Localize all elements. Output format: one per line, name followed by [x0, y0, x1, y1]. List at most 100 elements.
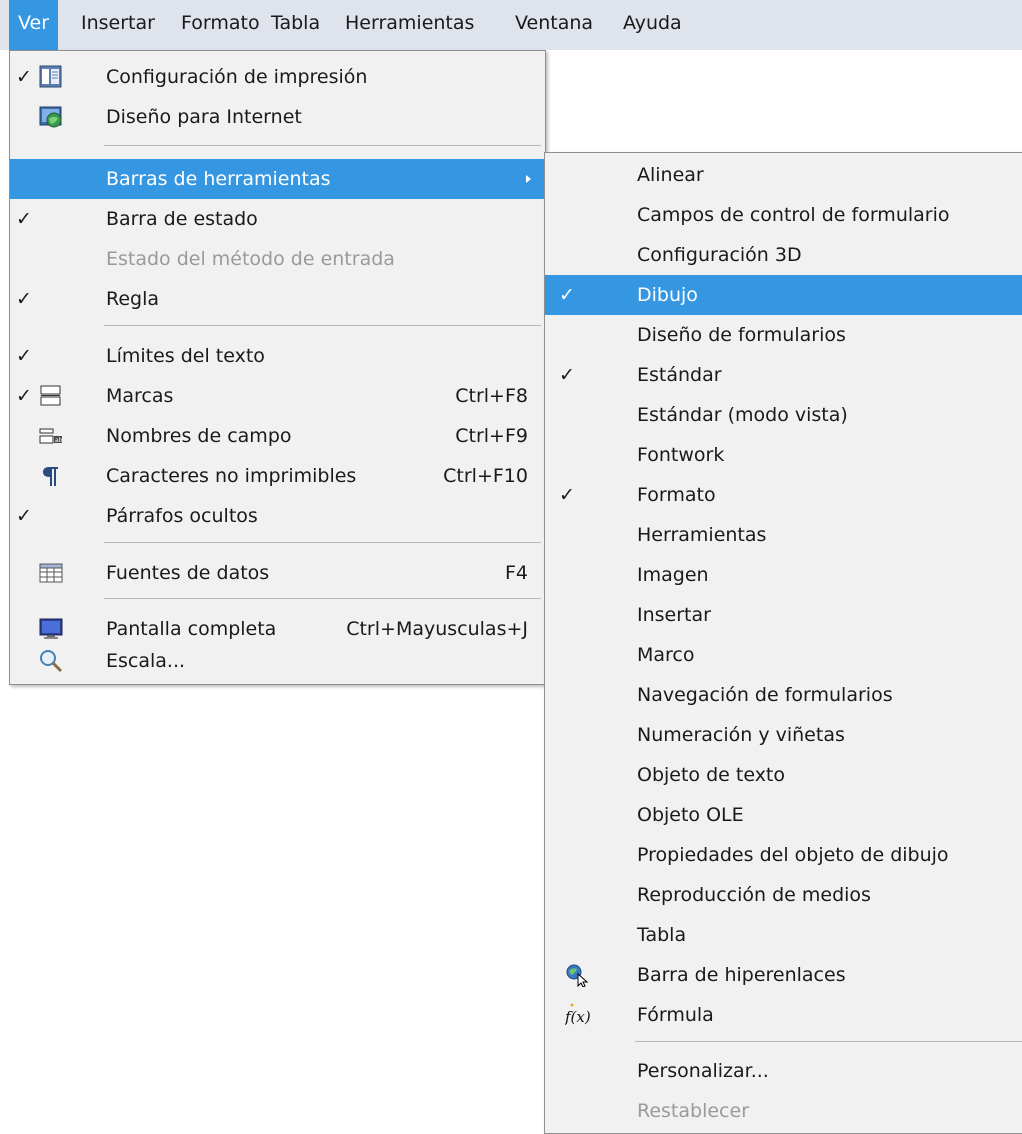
- menu-item-shortcut: Ctrl+F10: [443, 465, 528, 487]
- menu-item-ruler[interactable]: ✓ Regla: [10, 279, 545, 319]
- submenu-item-label: Imagen: [637, 564, 709, 586]
- menu-item-input-method-status[interactable]: Estado del método de entrada: [10, 239, 545, 279]
- check-icon: ✓: [16, 385, 32, 407]
- menu-separator: [104, 145, 541, 146]
- submenu-item-media-playback[interactable]: Reproducción de medios: [545, 875, 1022, 915]
- submenu-item-frame[interactable]: Marco: [545, 635, 1022, 675]
- menu-ventana-label: Ventana: [515, 12, 594, 34]
- submenu-item-label: Estándar: [637, 364, 722, 386]
- submenu-item-label: Insertar: [637, 604, 711, 626]
- menu-item-toolbars[interactable]: Barras de herramientas: [10, 159, 545, 199]
- check-icon: ✓: [16, 208, 32, 230]
- menu-item-web-layout[interactable]: Diseño para Internet: [10, 97, 545, 137]
- submenu-item-label: Personalizar...: [637, 1060, 769, 1082]
- menu-insertar[interactable]: Insertar: [72, 0, 164, 50]
- menu-item-label: Caracteres no imprimibles: [106, 465, 357, 487]
- submenu-item-label: Numeración y viñetas: [637, 724, 845, 746]
- menu-bar: Ver Insertar Formato Tabla Herramientas …: [0, 0, 1022, 50]
- check-icon: ✓: [16, 505, 32, 527]
- menu-separator: [104, 598, 541, 599]
- print-layout-icon: [39, 65, 63, 89]
- menu-ver-label: Ver: [18, 12, 50, 34]
- svg-text:f(x): f(x): [565, 1008, 591, 1026]
- submenu-item-ole-object[interactable]: Objeto OLE: [545, 795, 1022, 835]
- view-menu: ✓ Configuración de impresión Diseño para…: [9, 50, 546, 685]
- formula-icon: f(x): [564, 1003, 591, 1027]
- menu-item-hidden-paragraphs[interactable]: ✓ Párrafos ocultos: [10, 496, 545, 536]
- submenu-item-table[interactable]: Tabla: [545, 915, 1022, 955]
- submenu-item-label: Tabla: [637, 924, 687, 946]
- submenu-item-align[interactable]: Alinear: [545, 155, 1022, 195]
- menu-item-print-layout[interactable]: ✓ Configuración de impresión: [10, 57, 545, 97]
- menu-ventana[interactable]: Ventana: [506, 0, 602, 50]
- magnifier-icon: [39, 649, 63, 673]
- check-icon: ✓: [16, 66, 32, 88]
- menu-item-label: Configuración de impresión: [106, 66, 368, 88]
- menu-item-label: Estado del método de entrada: [106, 248, 395, 270]
- data-sources-icon: [39, 561, 63, 585]
- submenu-item-fontwork[interactable]: Fontwork: [545, 435, 1022, 475]
- submenu-item-3d-settings[interactable]: Configuración 3D: [545, 235, 1022, 275]
- check-icon: ✓: [559, 364, 575, 386]
- menu-ayuda[interactable]: Ayuda: [614, 0, 691, 50]
- menu-item-label: Barra de estado: [106, 208, 258, 230]
- menu-item-shortcut: F4: [504, 562, 528, 584]
- menu-item-label: Regla: [106, 288, 160, 310]
- submenu-item-label: Objeto de texto: [637, 764, 786, 786]
- submenu-item-customize[interactable]: Personalizar...: [545, 1051, 1022, 1091]
- menu-item-label: Límites del texto: [106, 345, 265, 367]
- submenu-item-label: Diseño de formularios: [637, 324, 846, 346]
- submenu-arrow-icon: [526, 175, 531, 183]
- menu-herramientas-label: Herramientas: [345, 12, 475, 34]
- submenu-item-insert[interactable]: Insertar: [545, 595, 1022, 635]
- menu-ayuda-label: Ayuda: [623, 12, 682, 34]
- check-icon: ✓: [559, 484, 575, 506]
- submenu-item-drawing-object-properties[interactable]: Propiedades del objeto de dibujo: [545, 835, 1022, 875]
- submenu-item-label: Restablecer: [637, 1100, 750, 1122]
- menu-item-nonprinting-characters[interactable]: Caracteres no imprimibles Ctrl+F10: [10, 456, 545, 496]
- web-layout-icon: [39, 105, 63, 129]
- submenu-item-label: Navegación de formularios: [637, 684, 893, 706]
- check-icon: ✓: [559, 284, 575, 306]
- menu-item-text-boundaries[interactable]: ✓ Límites del texto: [10, 336, 545, 376]
- menu-item-status-bar[interactable]: ✓ Barra de estado: [10, 199, 545, 239]
- toolbars-submenu: Alinear Campos de control de formulario …: [544, 152, 1022, 1134]
- submenu-item-image[interactable]: Imagen: [545, 555, 1022, 595]
- submenu-item-form-design[interactable]: Diseño de formularios: [545, 315, 1022, 355]
- submenu-item-label: Configuración 3D: [637, 244, 802, 266]
- submenu-item-reset[interactable]: Restablecer: [545, 1091, 1022, 1131]
- menu-item-field-names[interactable]: ab Nombres de campo Ctrl+F9: [10, 416, 545, 456]
- submenu-item-tools[interactable]: Herramientas: [545, 515, 1022, 555]
- check-icon: ✓: [16, 288, 32, 310]
- menu-item-data-sources[interactable]: Fuentes de datos F4: [10, 553, 545, 593]
- submenu-item-formula[interactable]: f(x) Fórmula: [545, 995, 1022, 1035]
- submenu-item-text-object[interactable]: Objeto de texto: [545, 755, 1022, 795]
- submenu-item-label: Estándar (modo vista): [637, 404, 848, 426]
- submenu-item-label: Campos de control de formulario: [637, 204, 950, 226]
- submenu-item-hyperlink-bar[interactable]: Barra de hiperenlaces: [545, 955, 1022, 995]
- submenu-item-standard-view-mode[interactable]: Estándar (modo vista): [545, 395, 1022, 435]
- submenu-item-drawing[interactable]: ✓ Dibujo: [545, 275, 1022, 315]
- menu-tabla[interactable]: Tabla: [262, 0, 329, 50]
- menu-separator: [635, 1041, 1022, 1042]
- submenu-item-label: Herramientas: [637, 524, 767, 546]
- pilcrow-icon: [39, 464, 63, 488]
- menu-formato[interactable]: Formato: [172, 0, 269, 50]
- menu-item-label: Diseño para Internet: [106, 106, 302, 128]
- submenu-item-formatting[interactable]: ✓ Formato: [545, 475, 1022, 515]
- submenu-item-label: Marco: [637, 644, 695, 666]
- menu-herramientas[interactable]: Herramientas: [336, 0, 483, 50]
- submenu-item-label: Reproducción de medios: [637, 884, 871, 906]
- svg-text:ab: ab: [55, 437, 63, 444]
- submenu-item-standard[interactable]: ✓ Estándar: [545, 355, 1022, 395]
- menu-separator: [104, 542, 541, 543]
- menu-insertar-label: Insertar: [81, 12, 155, 34]
- menu-ver[interactable]: Ver: [9, 0, 59, 50]
- submenu-item-label: Fontwork: [637, 444, 725, 466]
- menu-item-field-shadings[interactable]: ✓ Marcas Ctrl+F8: [10, 376, 545, 416]
- menu-item-label: Nombres de campo: [106, 425, 292, 447]
- submenu-item-bullets-numbering[interactable]: Numeración y viñetas: [545, 715, 1022, 755]
- submenu-item-form-navigation[interactable]: Navegación de formularios: [545, 675, 1022, 715]
- submenu-item-form-controls[interactable]: Campos de control de formulario: [545, 195, 1022, 235]
- menu-item-zoom[interactable]: Escala...: [10, 641, 545, 681]
